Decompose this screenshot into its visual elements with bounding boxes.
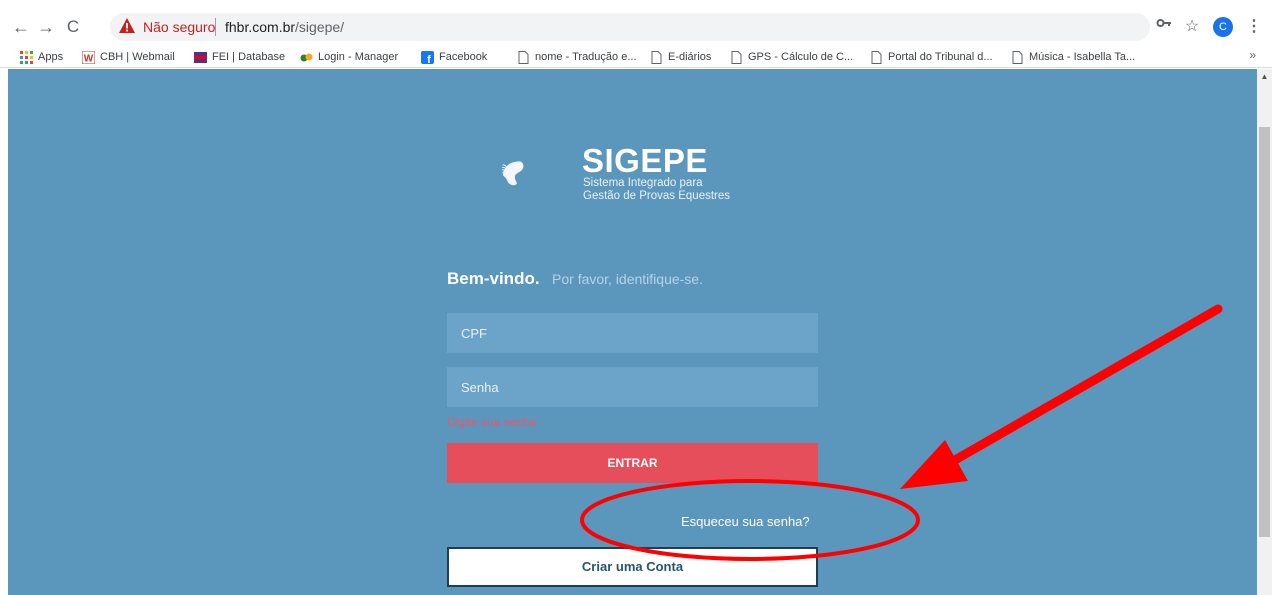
bookmark-musica-isabella[interactable]: Música - Isabella Ta... bbox=[1011, 49, 1135, 65]
page-icon bbox=[651, 50, 662, 64]
vertical-scrollbar[interactable]: ▲ bbox=[1257, 69, 1272, 595]
reload-icon[interactable]: C bbox=[60, 14, 86, 40]
address-bar[interactable]: Não seguro fhbr.com.br/sigepe/ bbox=[110, 13, 1150, 41]
page-icon bbox=[731, 50, 742, 64]
password-error-message: Digite sua senha bbox=[447, 415, 537, 429]
password-input[interactable] bbox=[447, 367, 818, 407]
apps-grid-icon bbox=[20, 50, 33, 64]
bookmark-portal-tribunal[interactable]: Portal do Tribunal d... bbox=[870, 49, 993, 65]
key-icon[interactable] bbox=[1152, 15, 1176, 39]
star-bookmark-icon[interactable]: ☆ bbox=[1180, 15, 1204, 39]
tab-strip bbox=[0, 0, 1272, 8]
not-secure-label[interactable]: Não seguro bbox=[143, 19, 215, 35]
logo-subtitle: Sistema Integrado para Gestão de Provas … bbox=[583, 177, 730, 203]
enter-button[interactable]: ENTRAR bbox=[447, 443, 818, 483]
identify-prompt: Por favor, identifique-se. bbox=[552, 271, 703, 287]
page-icon bbox=[518, 50, 529, 64]
bookmark-label: FEI | Database bbox=[212, 51, 286, 63]
page-viewport: ▲ SIGEPE Sistema Integrado para Gestão d… bbox=[0, 69, 1272, 595]
bookmark-cbh-webmail[interactable]: W CBH | Webmail bbox=[82, 49, 175, 65]
bookmark-label: GPS - Cálculo de C... bbox=[748, 51, 854, 63]
page-icon bbox=[871, 50, 882, 64]
bookmark-label: Login - Manager bbox=[318, 51, 399, 63]
bookmark-label: Apps bbox=[38, 51, 64, 63]
welcome-heading: Bem-vindo. Por favor, identifique-se. bbox=[447, 269, 703, 289]
toolbar: ← → C Não seguro fhbr.com.br/sigepe/ ☆ C… bbox=[0, 8, 1272, 46]
warning-icon bbox=[119, 18, 135, 33]
forgot-password-link[interactable]: Esqueceu sua senha? bbox=[681, 514, 810, 529]
bookmark-label: CBH | Webmail bbox=[100, 51, 175, 63]
bookmark-label: nome - Tradução e... bbox=[535, 51, 637, 63]
more-menu-icon[interactable]: ⋮ bbox=[1242, 15, 1266, 39]
bookmark-login-manager[interactable]: Login - Manager bbox=[300, 49, 398, 65]
bookmark-fei-database[interactable]: FEI | Database bbox=[194, 49, 285, 65]
profile-avatar[interactable]: C bbox=[1213, 17, 1233, 37]
scroll-up-arrow-icon[interactable]: ▲ bbox=[1257, 71, 1272, 83]
create-account-button[interactable]: Criar uma Conta bbox=[447, 547, 818, 587]
omnibox-divider bbox=[215, 18, 216, 36]
forward-arrow-icon[interactable]: → bbox=[33, 14, 59, 40]
horse-head-logo-icon bbox=[502, 161, 524, 186]
bookmark-gps-calculo[interactable]: GPS - Cálculo de C... bbox=[730, 49, 853, 65]
bookmark-apps[interactable]: Apps bbox=[20, 49, 63, 65]
url-host: fhbr.com.br bbox=[225, 19, 296, 35]
scroll-thumb[interactable] bbox=[1259, 127, 1270, 537]
webmail-w-icon: W bbox=[82, 50, 95, 64]
bookmark-label: E-diários bbox=[668, 51, 712, 63]
svg-text:f: f bbox=[427, 54, 431, 64]
bookmark-label: Facebook bbox=[439, 51, 488, 63]
bookmark-facebook[interactable]: f Facebook bbox=[421, 49, 487, 65]
logo-subtitle-line2: Gestão de Provas Equestres bbox=[583, 190, 731, 202]
back-arrow-icon[interactable]: ← bbox=[8, 14, 34, 40]
url-text[interactable]: fhbr.com.br/sigepe/ bbox=[225, 19, 344, 35]
page-icon bbox=[1012, 50, 1023, 64]
svg-text:W: W bbox=[84, 53, 94, 64]
bookmark-label: Música - Isabella Ta... bbox=[1029, 51, 1136, 63]
bookmark-label: Portal do Tribunal d... bbox=[888, 51, 993, 63]
bookmark-nome-traducao[interactable]: nome - Tradução e... bbox=[517, 49, 637, 65]
bookmarks-overflow-button[interactable]: » bbox=[1249, 48, 1256, 62]
bookmarks-bar: Apps W CBH | Webmail FEI | Database Logi… bbox=[0, 46, 1272, 68]
cpf-input[interactable] bbox=[447, 313, 818, 353]
welcome-text: Bem-vindo. bbox=[447, 269, 540, 288]
bookmark-e-diarios[interactable]: E-diários bbox=[650, 49, 711, 65]
login-manager-icon bbox=[300, 53, 313, 61]
logo-subtitle-line1: Sistema Integrado para bbox=[583, 177, 703, 189]
url-path: /sigepe/ bbox=[295, 19, 345, 35]
logo-title: SIGEPE bbox=[582, 142, 708, 179]
facebook-icon: f bbox=[421, 50, 434, 64]
fei-logo-icon bbox=[194, 51, 207, 63]
